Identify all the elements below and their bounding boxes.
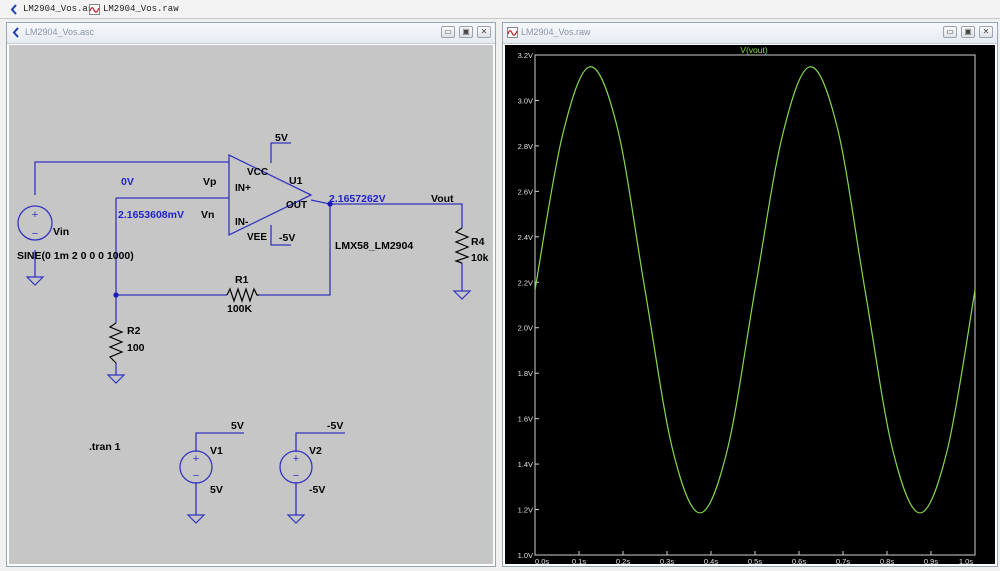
resistor-r1-value: 100K <box>227 303 253 315</box>
opamp-refdes: U1 <box>289 175 303 187</box>
svg-text:−: − <box>193 470 199 482</box>
source-vin[interactable]: + − <box>17 205 53 241</box>
svg-text:+: + <box>293 453 299 465</box>
x-tick-label: 0.6s <box>792 557 806 566</box>
rail-vee: -5V <box>279 232 295 244</box>
source-v1-value: 5V <box>210 484 223 496</box>
plot-frame <box>534 54 976 556</box>
maximize-button[interactable]: ▣ <box>961 26 975 38</box>
y-tick-label: 1.4V <box>518 460 533 469</box>
spice-directive: .tran 1 <box>89 441 121 453</box>
opamp-model: LMX58_LM2904 <box>335 240 413 252</box>
minimize-button[interactable]: ▭ <box>441 26 455 38</box>
net-label-vout: Vout <box>431 193 454 205</box>
net-label-vn-value: 2.1653608mV <box>118 209 184 221</box>
schematic-icon <box>12 27 19 38</box>
y-tick-label: 2.4V <box>518 233 533 242</box>
x-tick-label: 0.5s <box>748 557 762 566</box>
source-vin-name: Vin <box>53 226 69 238</box>
x-tick-label: 0.3s <box>660 557 674 566</box>
pin-vee: VEE <box>247 232 267 243</box>
wires <box>34 142 463 515</box>
source-v2[interactable]: + − <box>279 450 313 484</box>
trace-label[interactable]: V(vout) <box>740 45 768 55</box>
schematic-window: LM2904_Vos.asc ▭ ▣ ✕ + − + − + − 0V Vp 2… <box>6 22 496 567</box>
x-tick-label: 0.4s <box>704 557 718 566</box>
svg-text:−: − <box>293 470 299 482</box>
waveform-plot[interactable]: V(vout) 1.0V 1.2V 1.4V 1.6V 1.8V 2.0V 2.2V 2.4V… <box>505 45 995 566</box>
resistor-r1[interactable] <box>226 287 259 303</box>
pin-inn: IN- <box>235 217 248 228</box>
net-label-vp: Vp <box>203 176 216 188</box>
svg-text:+: + <box>193 453 199 465</box>
y-tick-label: 1.0V <box>518 551 533 560</box>
junction-dot <box>113 292 119 298</box>
x-tick-label: 0.1s <box>572 557 586 566</box>
x-tick-label: 1.0s <box>959 557 973 566</box>
minimize-button[interactable]: ▭ <box>943 26 957 38</box>
tab-waveform[interactable]: LM2904_Vos.raw <box>86 2 182 16</box>
tab-waveform-label: LM2904_Vos.raw <box>103 4 179 14</box>
y-tick-label: 1.2V <box>518 506 533 515</box>
waveform-icon <box>507 27 518 38</box>
rail-vcc: 5V <box>275 132 288 144</box>
net-label-v1: 5V <box>231 420 244 432</box>
resistor-r2-name: R2 <box>127 325 141 337</box>
y-tick-label: 3.0V <box>518 96 533 105</box>
net-label-vp-value: 0V <box>121 176 134 188</box>
resistor-r4[interactable] <box>454 227 470 264</box>
schematic-window-titlebar[interactable]: LM2904_Vos.asc ▭ ▣ ✕ <box>7 23 495 44</box>
y-tick-label: 1.6V <box>518 415 533 424</box>
resistor-r4-name: R4 <box>471 236 485 248</box>
source-v1[interactable]: + − <box>179 450 213 484</box>
pin-inp: IN+ <box>235 183 251 194</box>
svg-text:+: + <box>32 209 38 221</box>
trace-vout <box>534 66 976 514</box>
maximize-button[interactable]: ▣ <box>459 26 473 38</box>
svg-text:−: − <box>32 228 38 240</box>
y-tick-label: 2.2V <box>518 278 533 287</box>
close-button[interactable]: ✕ <box>979 26 993 38</box>
resistor-r4-value: 10k <box>471 252 489 264</box>
schematic-window-title: LM2904_Vos.asc <box>25 27 95 37</box>
source-v1-name: V1 <box>210 445 223 457</box>
x-tick-label: 0.8s <box>880 557 894 566</box>
waveform-window-titlebar[interactable]: LM2904_Vos.raw ▭ ▣ ✕ <box>503 23 997 44</box>
pin-out: OUT <box>286 200 307 211</box>
waveform-icon <box>89 3 100 15</box>
waveform-window-title: LM2904_Vos.raw <box>521 27 591 37</box>
y-tick-label: 2.8V <box>518 142 533 151</box>
y-tick-label: 3.2V <box>518 51 533 60</box>
resistor-r2-value: 100 <box>127 342 145 354</box>
schematic-canvas[interactable]: + − + − + − 0V Vp 2.1653608mV Vn 2.16572… <box>9 45 493 564</box>
y-tick-label: 2.0V <box>518 324 533 333</box>
y-tick-label: 2.6V <box>518 187 533 196</box>
source-vin-value: SINE(0 1m 2 0 0 0 1000) <box>17 250 134 262</box>
plot-pane[interactable]: V(vout) 1.0V 1.2V 1.4V 1.6V 1.8V 2.0V 2.2V 2.4V… <box>505 45 995 566</box>
x-tick-label: 0.2s <box>616 557 630 566</box>
x-tick-label: 0.9s <box>924 557 938 566</box>
net-label-vn: Vn <box>201 209 214 221</box>
source-v2-value: -5V <box>309 484 325 496</box>
net-label-v2: -5V <box>327 420 343 432</box>
schematic-icon <box>10 3 17 15</box>
close-button[interactable]: ✕ <box>477 26 491 38</box>
pin-vcc: VCC <box>247 167 268 178</box>
document-tab-bar: LM2904_Vos.asc LM2904_Vos.raw <box>0 0 1000 19</box>
x-tick-label: 0.7s <box>836 557 850 566</box>
resistor-r1-name: R1 <box>235 274 249 286</box>
source-v2-name: V2 <box>309 445 322 457</box>
y-tick-label: 1.8V <box>518 369 533 378</box>
net-label-vout-value: 2.1657262V <box>329 193 386 205</box>
waveform-window: LM2904_Vos.raw ▭ ▣ ✕ V(vout) 1.0V 1.2V 1.4… <box>502 22 998 567</box>
x-tick-label: 0.0s <box>535 557 549 566</box>
schematic-drawing[interactable]: + − + − + − 0V Vp 2.1653608mV Vn 2.16572… <box>9 45 493 566</box>
resistor-r2[interactable] <box>108 322 124 364</box>
